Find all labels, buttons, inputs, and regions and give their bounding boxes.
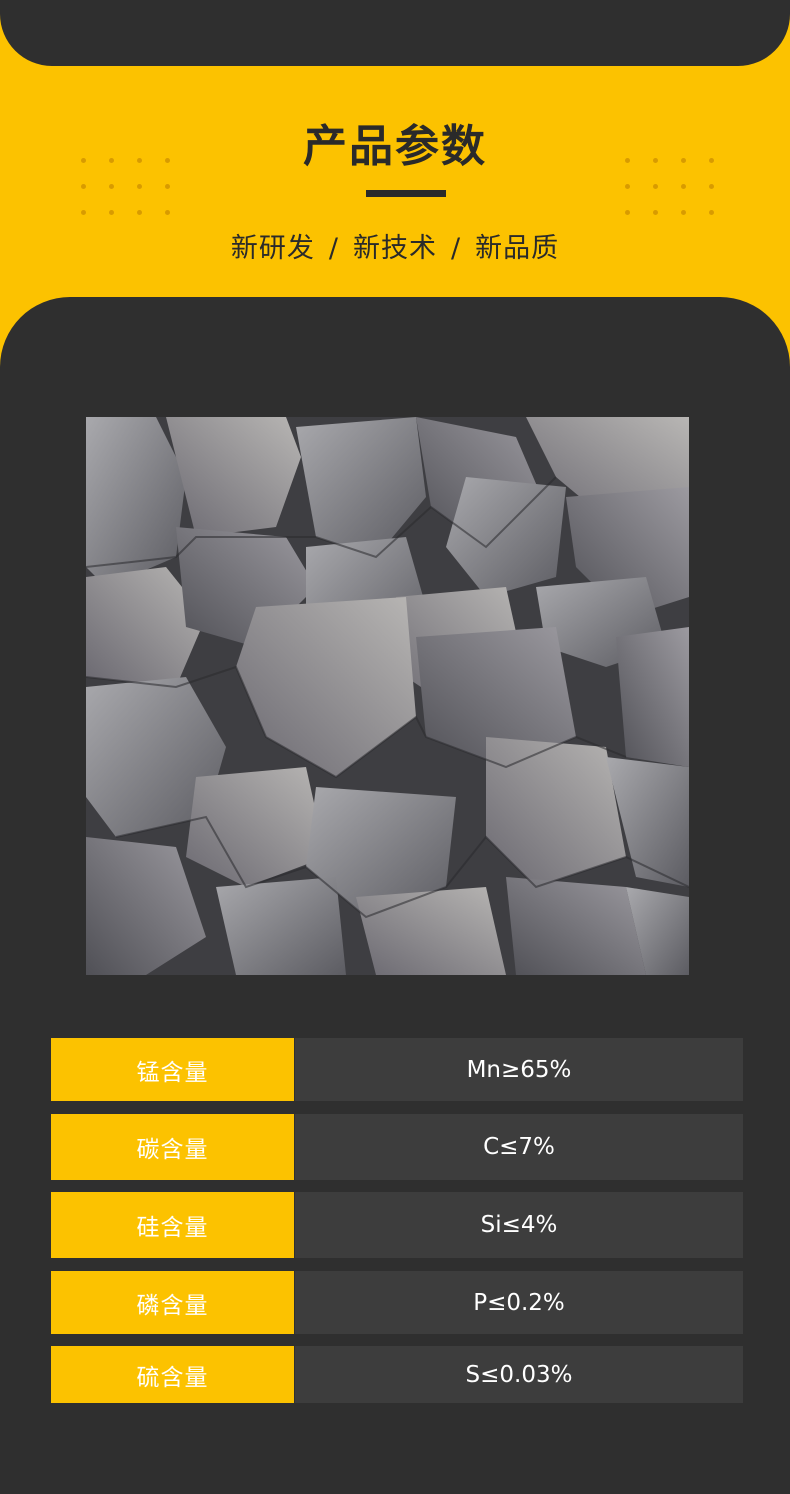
section-header: 产品参数 新研发 / 新技术 / 新品质 xyxy=(0,66,790,306)
spec-label: 碳含量 xyxy=(51,1114,294,1180)
spec-label: 硫含量 xyxy=(51,1346,294,1403)
spec-value: P≤0.2% xyxy=(295,1271,743,1334)
spec-label: 锰含量 xyxy=(51,1038,294,1101)
subtitle-item-3: 新品质 xyxy=(475,233,560,264)
spec-row: 锰含量 Mn≥65% xyxy=(51,1038,743,1101)
product-photo xyxy=(86,417,689,975)
subtitle-item-1: 新研发 xyxy=(230,233,315,264)
spec-value: Si≤4% xyxy=(295,1192,743,1258)
subtitle: 新研发 / 新技术 / 新品质 xyxy=(0,226,790,265)
spec-value: S≤0.03% xyxy=(295,1346,743,1403)
spec-value: C≤7% xyxy=(295,1114,743,1180)
subtitle-separator: / xyxy=(328,233,339,264)
product-panel: 锰含量 Mn≥65% 碳含量 C≤7% 硅含量 Si≤4% 磷含量 P≤0.2%… xyxy=(0,297,790,1494)
page-title: 产品参数 xyxy=(303,121,487,172)
spec-row: 磷含量 P≤0.2% xyxy=(51,1271,743,1334)
spec-label: 硅含量 xyxy=(51,1192,294,1258)
top-banner xyxy=(0,0,790,66)
subtitle-separator: / xyxy=(451,233,462,264)
spec-row: 硫含量 S≤0.03% xyxy=(51,1346,743,1403)
spec-row: 碳含量 C≤7% xyxy=(51,1114,743,1180)
spec-value: Mn≥65% xyxy=(295,1038,743,1101)
title-underline xyxy=(366,190,446,197)
spec-label: 磷含量 xyxy=(51,1271,294,1334)
subtitle-item-2: 新技术 xyxy=(353,233,437,264)
spec-row: 硅含量 Si≤4% xyxy=(51,1192,743,1258)
